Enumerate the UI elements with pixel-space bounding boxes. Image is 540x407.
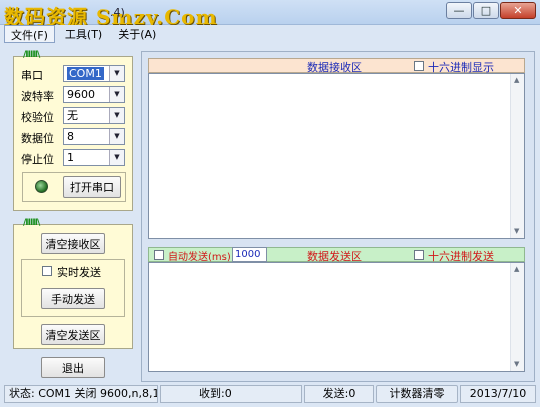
port-label: 串口 <box>21 69 43 82</box>
send-interval-input[interactable]: 1000 <box>232 247 267 262</box>
close-button[interactable]: ✕ <box>500 2 536 19</box>
chevron-down-icon[interactable]: ▼ <box>109 108 124 123</box>
menu-about[interactable]: 关于(A) <box>112 25 162 43</box>
databits-select[interactable]: 8 ▼ <box>63 128 125 145</box>
stopbits-value: 1 <box>67 151 74 164</box>
manual-send-button[interactable]: 手动发送 <box>41 288 105 309</box>
chevron-down-icon[interactable]: ▼ <box>109 150 124 165</box>
send-textarea[interactable] <box>148 262 525 372</box>
parity-select[interactable]: 无 ▼ <box>63 107 125 124</box>
hex-send-checkbox[interactable] <box>414 250 424 260</box>
menu-tools[interactable]: 工具(T) <box>59 25 108 43</box>
clear-receive-button[interactable]: 清空接收区 <box>41 233 105 254</box>
port-select[interactable]: COM1 ▼ <box>63 65 125 82</box>
status-date: 2013/7/10 <box>460 385 536 403</box>
port-value: COM1 <box>67 67 104 80</box>
parity-value: 无 <box>67 109 78 122</box>
receive-scrollbar[interactable]: ▲ ▼ <box>510 74 524 238</box>
stopbits-label: 停止位 <box>21 153 54 166</box>
sent-count: 发送:0 <box>304 385 374 403</box>
minimize-button[interactable]: — <box>446 2 472 19</box>
auto-send-checkbox[interactable] <box>154 250 164 260</box>
clear-send-button[interactable]: 清空发送区 <box>41 324 105 345</box>
databits-label: 数据位 <box>21 132 54 145</box>
status-led-icon <box>35 180 48 193</box>
chevron-down-icon[interactable]: ▼ <box>109 66 124 81</box>
hex-display-checkbox[interactable] <box>414 61 424 71</box>
databits-value: 8 <box>67 130 74 143</box>
receive-textarea[interactable] <box>148 73 525 239</box>
control-panel-tag: /IIIII\ <box>23 218 40 228</box>
maximize-button[interactable]: □ <box>473 2 499 19</box>
received-count: 收到:0 <box>160 385 302 403</box>
auto-send-label: 自动发送(ms) <box>168 252 231 263</box>
send-scrollbar[interactable]: ▲ ▼ <box>510 263 524 371</box>
menu-bar: 文件(F) 工具(T) 关于(A) <box>0 25 540 43</box>
exit-button[interactable]: 退出 <box>41 357 105 378</box>
baud-select[interactable]: 9600 ▼ <box>63 86 125 103</box>
realtime-send-label: 实时发送 <box>57 266 101 279</box>
baud-value: 9600 <box>67 88 95 101</box>
stopbits-select[interactable]: 1 ▼ <box>63 149 125 166</box>
scroll-up-icon[interactable]: ▲ <box>514 265 519 273</box>
chevron-down-icon[interactable]: ▼ <box>109 129 124 144</box>
open-port-button[interactable]: 打开串口 <box>63 176 121 198</box>
chevron-down-icon[interactable]: ▼ <box>109 87 124 102</box>
status-text: 状态: COM1 关闭 9600,n,8,1 <box>4 385 158 403</box>
realtime-send-checkbox[interactable] <box>42 266 52 276</box>
window-title: .4) <box>110 6 125 19</box>
baud-label: 波特率 <box>21 90 54 103</box>
reset-counter-button[interactable]: 计数器清零 <box>376 385 458 403</box>
scroll-down-icon[interactable]: ▼ <box>514 360 519 368</box>
scroll-down-icon[interactable]: ▼ <box>514 227 519 235</box>
menu-file[interactable]: 文件(F) <box>4 25 55 43</box>
serial-panel-tag: /IIIII\ <box>23 50 40 60</box>
parity-label: 校验位 <box>21 111 54 124</box>
scroll-up-icon[interactable]: ▲ <box>514 76 519 84</box>
